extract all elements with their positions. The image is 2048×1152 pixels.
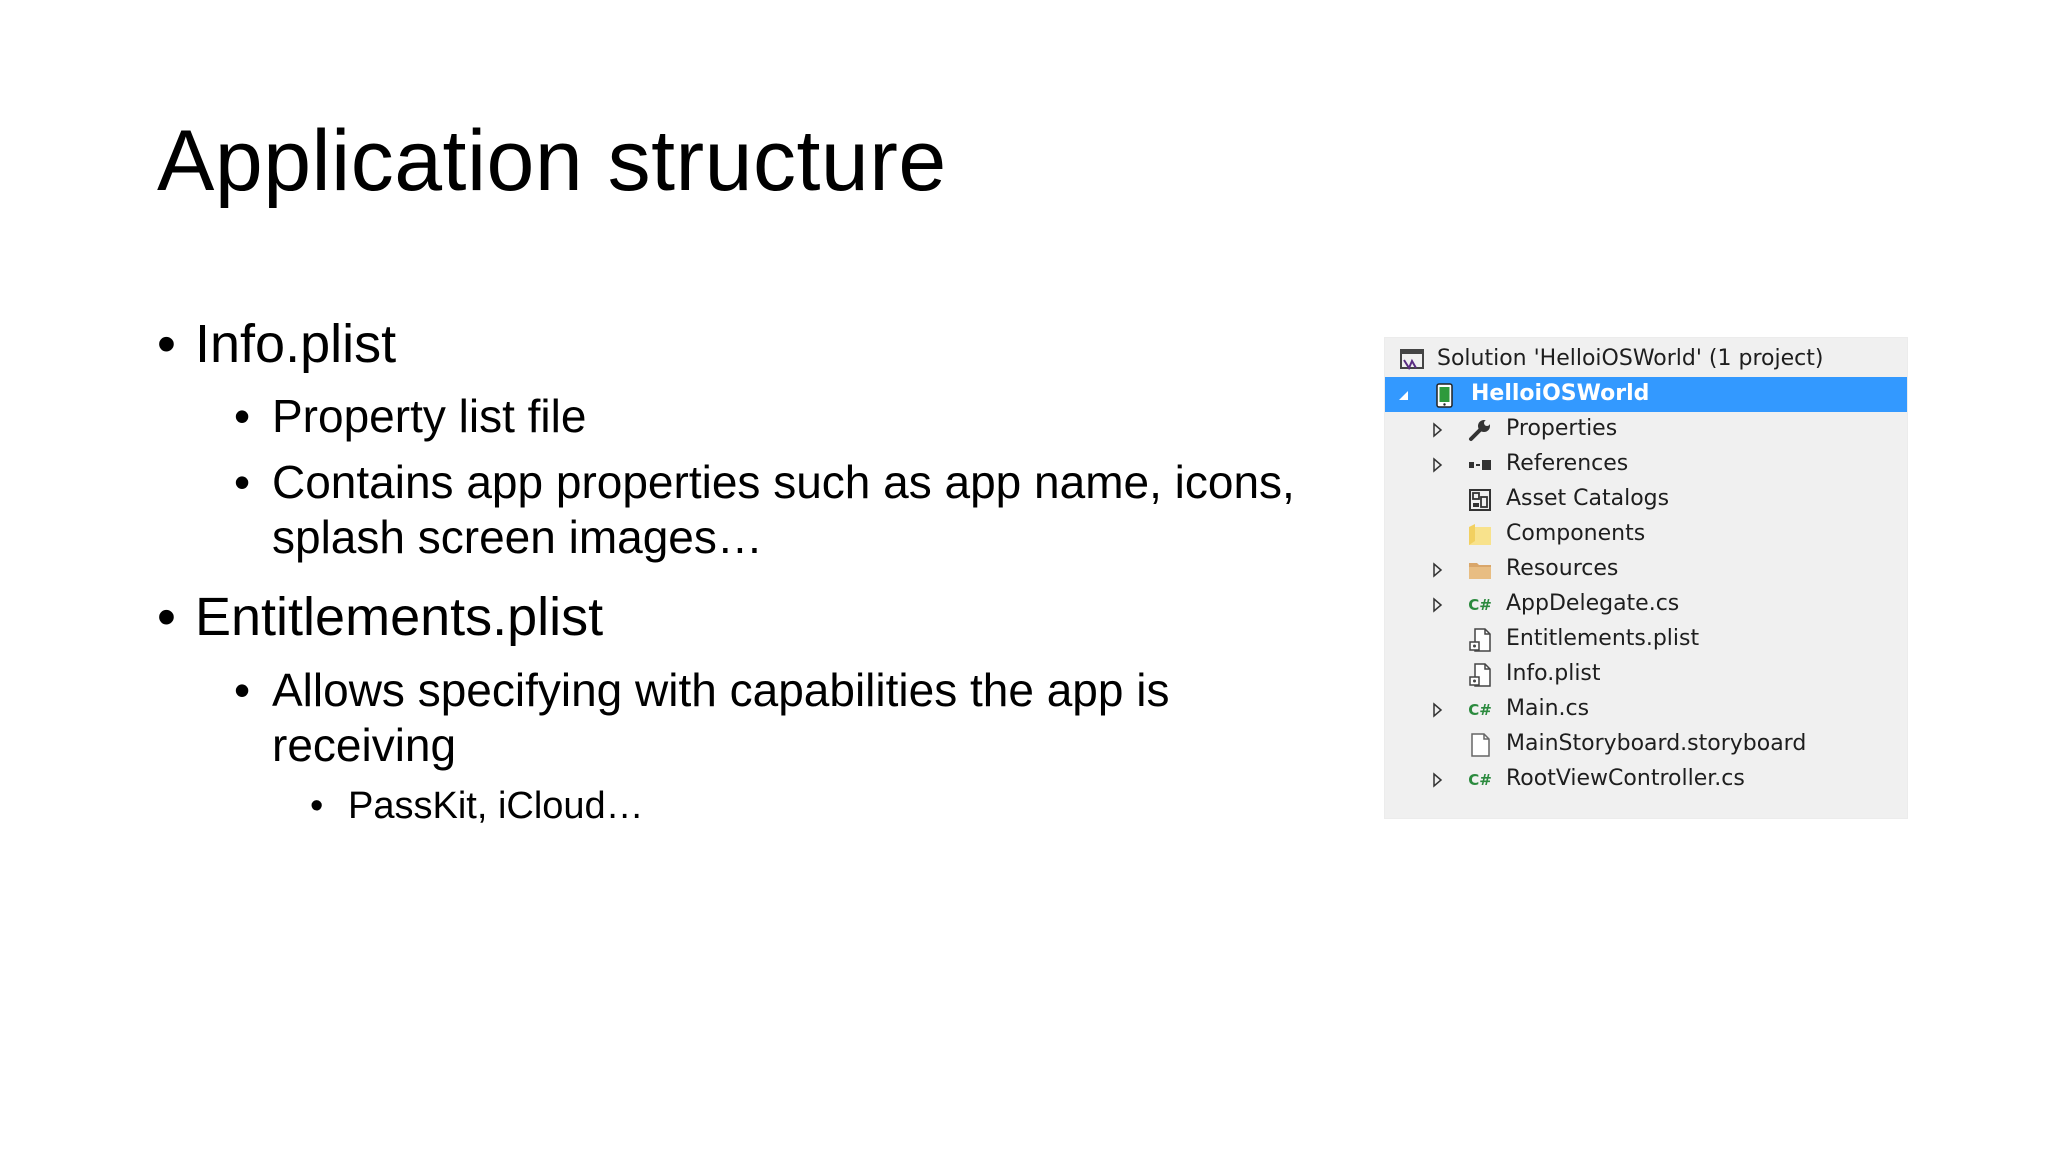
slide-title: Application structure [157, 113, 947, 209]
bullet-marker: • [157, 314, 176, 374]
bullet-text: Allows specifying with capabilities the … [272, 664, 1170, 716]
folder-icon [1467, 522, 1493, 548]
collapsed-triangle-icon[interactable] [1429, 455, 1447, 473]
tree-item-label: MainStoryboard.storyboard [1506, 731, 1807, 756]
tree-item-label: HelloiOSWorld [1471, 381, 1650, 406]
bullet-text: Property list file [272, 390, 587, 442]
tree-item-label: AppDelegate.cs [1506, 591, 1680, 616]
tree-item-main-cs[interactable]: C# Main.cs [1385, 692, 1907, 727]
folder-icon [1467, 557, 1493, 583]
tree-item-label: Solution 'HelloiOSWorld' (1 project) [1437, 346, 1824, 371]
tree-item-info-plist[interactable]: Info.plist [1385, 657, 1907, 692]
bullet-marker: • [310, 785, 324, 827]
tree-item-label: Properties [1506, 416, 1618, 441]
tree-item-label: Entitlements.plist [1506, 626, 1700, 651]
tree-item-label: Main.cs [1506, 696, 1590, 721]
tree-item-label: RootViewController.cs [1506, 766, 1745, 791]
tree-item-solution[interactable]: Solution 'HelloiOSWorld' (1 project) [1385, 342, 1907, 377]
solution-icon [1399, 347, 1425, 373]
plist-file-icon [1467, 662, 1493, 688]
expanded-triangle-icon[interactable] [1395, 385, 1413, 403]
solution-explorer: Solution 'HelloiOSWorld' (1 project) Hel… [1384, 337, 1908, 819]
collapsed-triangle-icon[interactable] [1429, 770, 1447, 788]
bullet-marker: • [234, 390, 251, 442]
tree-item-resources[interactable]: Resources [1385, 552, 1907, 587]
collapsed-triangle-icon[interactable] [1429, 420, 1447, 438]
bullet-text: Contains app properties such as app name… [272, 456, 1295, 508]
bullet-text: PassKit, iCloud… [348, 785, 644, 827]
collapsed-triangle-icon[interactable] [1429, 700, 1447, 718]
references-icon [1467, 452, 1493, 478]
bullet-marker: • [157, 587, 176, 647]
collapsed-triangle-icon[interactable] [1429, 595, 1447, 613]
bullet-text: splash screen images… [272, 511, 763, 563]
wrench-icon [1467, 417, 1493, 443]
bullet-text: receiving [272, 719, 457, 771]
bullet-text: Entitlements.plist [195, 587, 604, 647]
csharp-file-icon: C# [1468, 596, 1492, 614]
tree-item-project[interactable]: HelloiOSWorld [1385, 377, 1907, 412]
bullet-text: Info.plist [195, 314, 397, 374]
file-icon [1467, 732, 1493, 758]
tree-item-asset-catalogs[interactable]: Asset Catalogs [1385, 482, 1907, 517]
csharp-file-icon: C# [1468, 771, 1492, 789]
tree-item-main-storyboard[interactable]: MainStoryboard.storyboard [1385, 727, 1907, 762]
ios-project-icon [1431, 382, 1457, 408]
tree-item-label: Info.plist [1506, 661, 1601, 686]
tree-item-label: Components [1506, 521, 1646, 546]
bullet-marker: • [234, 664, 251, 716]
plist-file-icon [1467, 627, 1493, 653]
tree-item-label: Asset Catalogs [1506, 486, 1670, 511]
asset-catalog-icon [1467, 487, 1493, 513]
collapsed-triangle-icon[interactable] [1429, 560, 1447, 578]
tree-item-appdelegate[interactable]: C# AppDelegate.cs [1385, 587, 1907, 622]
bullet-marker: • [234, 456, 251, 508]
tree-item-label: References [1506, 451, 1629, 476]
tree-item-label: Resources [1506, 556, 1619, 581]
tree-item-references[interactable]: References [1385, 447, 1907, 482]
tree-item-rootviewcontroller[interactable]: C# RootViewController.cs [1385, 762, 1907, 797]
tree-item-entitlements-plist[interactable]: Entitlements.plist [1385, 622, 1907, 657]
tree-item-properties[interactable]: Properties [1385, 412, 1907, 447]
tree-item-components[interactable]: Components [1385, 517, 1907, 552]
csharp-file-icon: C# [1468, 701, 1492, 719]
